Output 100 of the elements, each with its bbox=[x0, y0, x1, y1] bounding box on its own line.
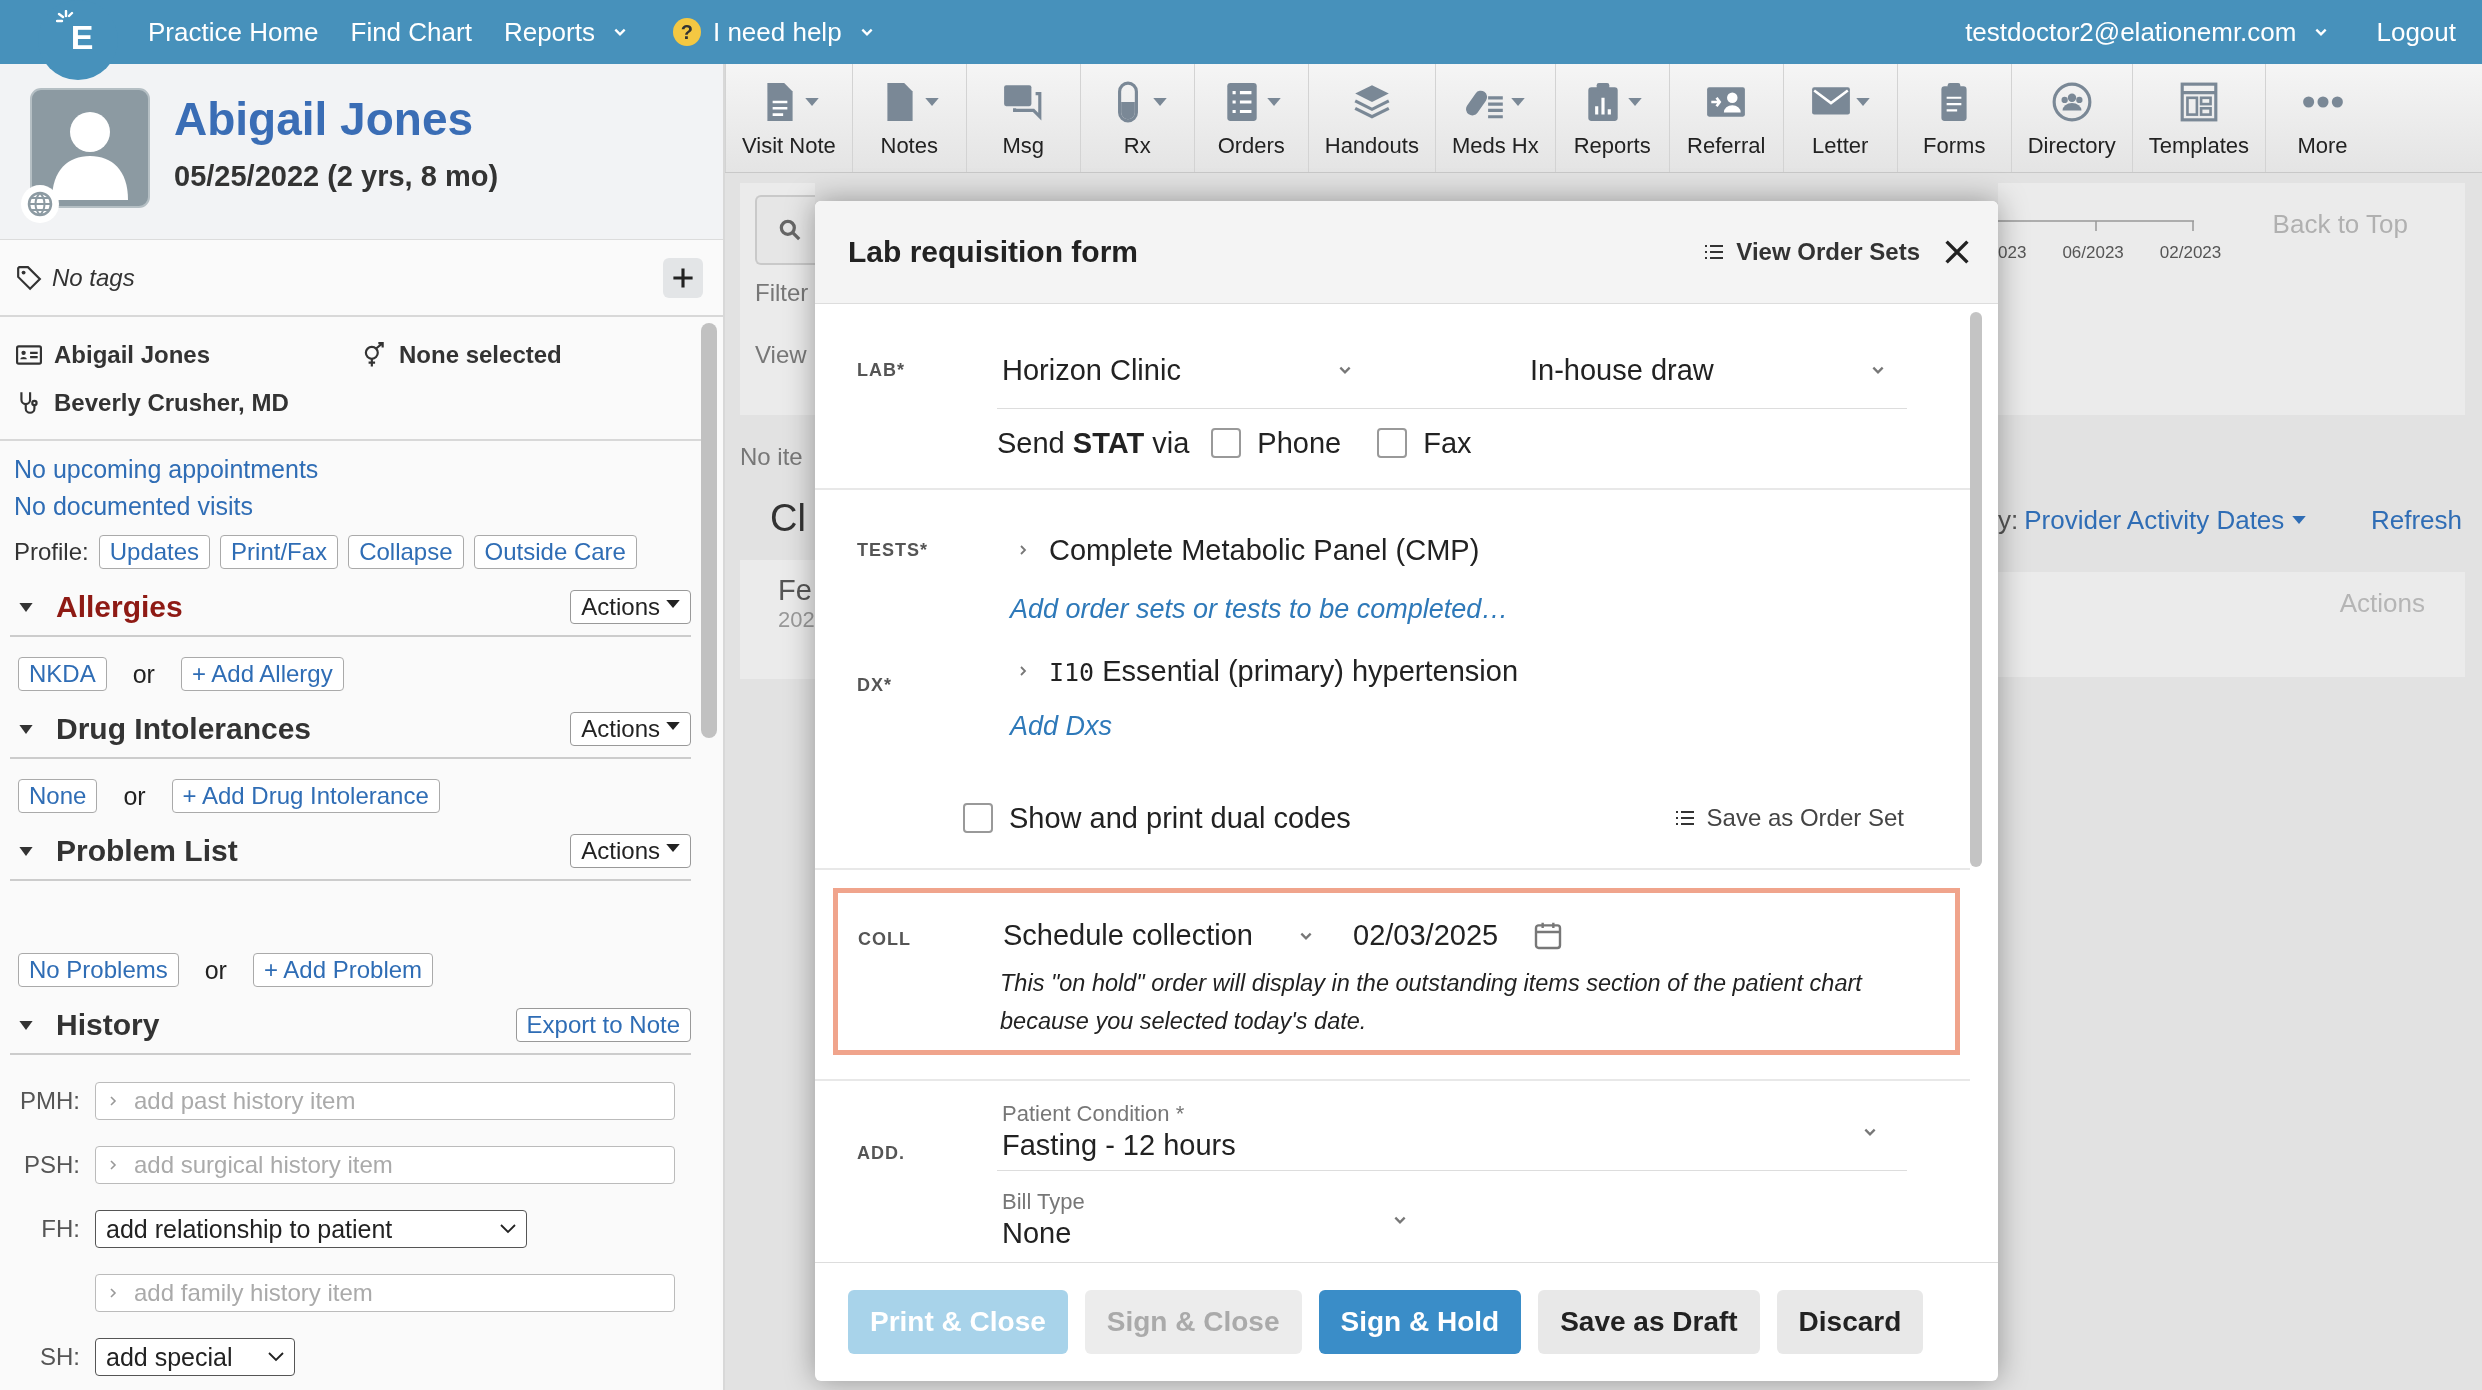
toolbar-button[interactable]: Forms bbox=[1896, 64, 2011, 172]
expand-icon[interactable] bbox=[18, 1019, 34, 1031]
checkbox-label: Show and print dual codes bbox=[1009, 801, 1351, 835]
add-button[interactable]: + Add Allergy bbox=[180, 657, 344, 691]
caret-icon bbox=[666, 721, 680, 731]
checkbox[interactable] bbox=[1211, 428, 1242, 458]
toolbar-button[interactable]: Templates bbox=[2131, 64, 2266, 172]
checkbox[interactable] bbox=[1377, 428, 1408, 458]
search-field[interactable] bbox=[755, 195, 815, 265]
option-button[interactable]: None bbox=[18, 779, 98, 813]
toolbar-button[interactable]: Referral bbox=[1668, 64, 1783, 172]
add-dx-link[interactable]: Add Dxs bbox=[1010, 711, 1970, 742]
actions-button[interactable]: Actions bbox=[570, 712, 691, 746]
heading: Cl bbox=[770, 497, 807, 540]
profile-button[interactable]: Collapse bbox=[348, 535, 464, 569]
history-label: PSH: bbox=[24, 1151, 80, 1178]
appointments-link[interactable]: No upcoming appointments bbox=[14, 451, 687, 488]
timeline-label: 06/2023 bbox=[2062, 243, 2124, 263]
history-select[interactable]: add relationship to patient bbox=[95, 1210, 527, 1248]
collection-dropdown[interactable]: Schedule collection bbox=[998, 919, 1313, 952]
option-button[interactable]: No Problems bbox=[18, 953, 179, 987]
profile-button[interactable]: Print/Fax bbox=[220, 535, 339, 569]
add-button[interactable]: + Add Problem bbox=[252, 953, 434, 987]
toolbar-button[interactable]: Directory bbox=[2010, 64, 2132, 172]
option-button[interactable]: NKDA bbox=[18, 657, 107, 691]
add-tests-link[interactable]: Add order sets or tests to be completed… bbox=[1010, 594, 1970, 625]
chevron-icon bbox=[268, 1352, 284, 1362]
toolbar-button[interactable]: Orders bbox=[1193, 64, 1308, 172]
diagnosis-name: I10 Essential (primary) hypertension bbox=[1049, 654, 1519, 688]
profile-button[interactable]: Updates bbox=[98, 535, 211, 569]
refresh-link[interactable]: Refresh bbox=[2370, 505, 2462, 536]
search-icon bbox=[777, 217, 803, 243]
chevron-icon bbox=[109, 1287, 117, 1299]
toolbar-button[interactable]: Visit Note bbox=[725, 64, 852, 172]
chevron-icon bbox=[500, 1224, 516, 1234]
add-tag-button[interactable] bbox=[663, 257, 703, 298]
add-button[interactable]: + Add Drug Intolerance bbox=[171, 779, 440, 813]
select-field[interactable]: Bill Type None bbox=[997, 1171, 1407, 1250]
profile-button[interactable]: Outside Care bbox=[473, 535, 637, 569]
toolbar-button[interactable]: Notes bbox=[851, 64, 966, 172]
more-icon bbox=[2301, 95, 2344, 109]
chevron-icon bbox=[109, 1159, 117, 1171]
help-link[interactable]: ? I need help bbox=[672, 16, 874, 48]
checkbox[interactable] bbox=[963, 803, 993, 833]
expand-icon[interactable] bbox=[18, 601, 34, 613]
history-select[interactable]: add special bbox=[95, 1338, 295, 1376]
toolbar-button[interactable]: Rx bbox=[1079, 64, 1194, 172]
globe-icon[interactable] bbox=[20, 184, 60, 224]
id-card-icon bbox=[16, 342, 42, 368]
toolbar-button[interactable]: Msg bbox=[965, 64, 1080, 172]
footer-button[interactable]: Save as Draft bbox=[1538, 1290, 1760, 1354]
save-order-set-button[interactable]: Save as Order Set bbox=[1674, 804, 1904, 832]
field-label: TESTS* bbox=[857, 539, 929, 561]
plus-icon bbox=[671, 265, 695, 290]
field-label: COLL bbox=[858, 928, 912, 950]
visits-link[interactable]: No documented visits bbox=[14, 488, 687, 525]
expand-icon[interactable] bbox=[18, 845, 34, 857]
close-button[interactable] bbox=[1944, 239, 1970, 265]
section-title: Problem List bbox=[56, 834, 238, 868]
scrollbar[interactable] bbox=[701, 323, 717, 738]
lab-dropdown[interactable]: Horizon Clinic bbox=[997, 353, 1352, 387]
history-input[interactable]: add past history item bbox=[95, 1082, 675, 1120]
patient-name[interactable]: Abigail Jones bbox=[174, 92, 499, 146]
patient-dob: 05/25/2022 (2 yrs, 8 mo) bbox=[174, 160, 499, 193]
provider-name: Beverly Crusher, MD bbox=[54, 389, 289, 417]
help-icon: ? bbox=[672, 18, 701, 46]
chevron-icon bbox=[1393, 1214, 1407, 1225]
tag-icon bbox=[16, 264, 42, 291]
footer-button[interactable]: Sign & Hold bbox=[1318, 1290, 1522, 1354]
section-title: Allergies bbox=[56, 590, 183, 624]
tags-text: No tags bbox=[52, 263, 135, 292]
scrollbar[interactable] bbox=[1970, 312, 1982, 867]
history-label: SH: bbox=[40, 1343, 80, 1370]
toolbar-button[interactable]: Handouts bbox=[1307, 64, 1435, 172]
actions-button[interactable]: Export to Note bbox=[515, 1008, 691, 1042]
field-label: ADD. bbox=[857, 1142, 906, 1164]
actions-button[interactable]: Actions bbox=[570, 834, 691, 868]
history-input[interactable]: add surgical history item bbox=[95, 1146, 675, 1184]
chevron-icon bbox=[1863, 1126, 1877, 1137]
filter-label: Filter bbox=[755, 279, 810, 307]
history-input[interactable]: add family history item bbox=[95, 1274, 675, 1312]
toolbar-button[interactable]: Letter bbox=[1782, 64, 1897, 172]
sort-dropdown[interactable]: Provider Activity Dates bbox=[2024, 505, 2307, 536]
actions-button[interactable]: Actions bbox=[570, 590, 691, 624]
draw-dropdown[interactable]: In-house draw bbox=[1530, 353, 1885, 387]
checkbox-label: Phone bbox=[1257, 426, 1342, 460]
section-title: History bbox=[56, 1008, 160, 1042]
toolbar-button[interactable]: Meds Hx bbox=[1434, 64, 1555, 172]
empty-text: No ite bbox=[740, 443, 804, 471]
expand-icon[interactable] bbox=[18, 723, 34, 735]
select-field[interactable]: Patient Condition * Fasting - 12 hours bbox=[997, 1101, 1907, 1171]
toolbar-button[interactable]: More bbox=[2265, 64, 2380, 172]
section-title: Drug Intolerances bbox=[56, 712, 312, 746]
toolbar-button[interactable]: Reports bbox=[1554, 64, 1669, 172]
chevron-icon bbox=[2314, 27, 2329, 37]
sort-label: y: bbox=[1998, 505, 2019, 536]
view-order-sets-button[interactable]: View Order Sets bbox=[1704, 238, 1920, 266]
chevron-icon bbox=[1871, 365, 1885, 375]
date-field[interactable]: 02/03/2025 bbox=[1353, 919, 1565, 952]
footer-button[interactable]: Discard bbox=[1776, 1290, 1924, 1354]
